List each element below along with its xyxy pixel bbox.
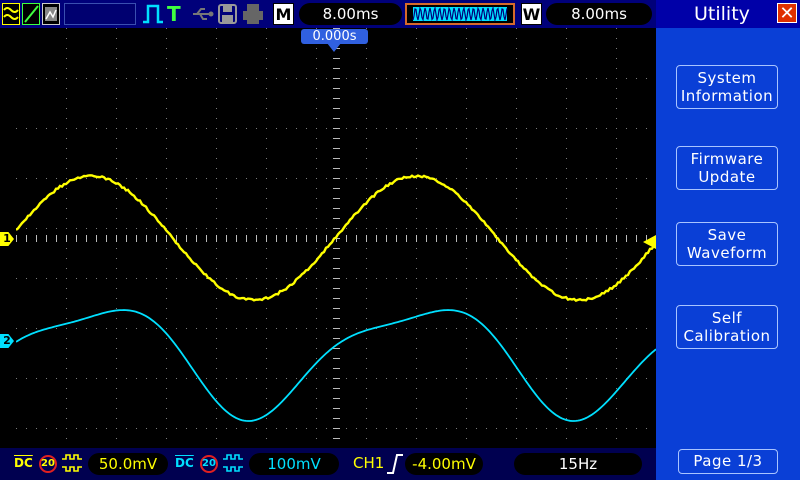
ch2-bw-limit-badge: 20 (200, 455, 218, 473)
button-label-line2: Update (677, 168, 777, 186)
trigger-source-label: CH1 (353, 451, 385, 475)
save-waveform-button[interactable]: Save Waveform (676, 222, 778, 266)
trigger-level-readout[interactable]: -4.00mV (405, 453, 483, 475)
button-label-line1: Save (677, 226, 777, 244)
button-label-line2: Waveform (677, 244, 777, 262)
trigger-mode-label: T (167, 3, 185, 25)
trigger-position-arrow (327, 43, 341, 53)
rising-edge-icon (386, 453, 404, 479)
menu-title-bar: Utility ✕ (656, 0, 800, 28)
memory-depth-badge: M (273, 3, 294, 25)
blank-status-box (64, 3, 136, 25)
bottom-status-bar: DC 20 50.0mV DC 20 100mV CH1 -4.00mV 15H… (0, 448, 656, 480)
button-label-line1: Firmware (677, 150, 777, 168)
ch1-bw-limit-badge: 20 (39, 455, 57, 473)
ch1-scale-readout[interactable]: 50.0mV (88, 453, 168, 475)
menu-title: Utility (694, 0, 750, 28)
top-status-bar: T M 8.00ms W 8.00ms (0, 0, 656, 28)
frequency-readout: 15Hz (514, 453, 642, 475)
firmware-update-button[interactable]: Firmware Update (676, 146, 778, 190)
self-calibration-button[interactable]: Self Calibration (676, 305, 778, 349)
usb-icon (191, 3, 215, 25)
waveform-display[interactable] (16, 28, 656, 448)
button-label-line1: Self (677, 309, 777, 327)
ch1-waveform-icon (2, 3, 20, 25)
printer-icon (242, 3, 264, 25)
trigger-position-flag[interactable]: 0.000s (301, 29, 368, 44)
image-icon (42, 3, 60, 25)
page-button[interactable]: Page 1/3 (678, 449, 778, 474)
timebase-readout[interactable]: 8.00ms (299, 3, 402, 25)
ch1-coupling-label: DC (14, 451, 36, 475)
ch2-invert-icon (222, 454, 244, 476)
utility-menu-panel: Utility ✕ System Information Firmware Up… (656, 0, 800, 480)
ch1-slope-icon (22, 3, 40, 25)
close-icon[interactable]: ✕ (777, 3, 797, 23)
window-timebase-readout[interactable]: 8.00ms (546, 3, 652, 25)
ch1-ground-marker[interactable]: 1 (0, 232, 14, 246)
system-information-button[interactable]: System Information (676, 65, 778, 109)
ch2-scale-readout[interactable]: 100mV (249, 453, 339, 475)
ch2-coupling-label: DC (175, 451, 197, 475)
save-disk-icon (218, 3, 238, 25)
window-overview-bar[interactable] (405, 3, 515, 25)
ch2-ground-marker[interactable]: 2 (0, 334, 14, 348)
ch1-invert-icon (61, 454, 83, 476)
window-badge: W (521, 3, 542, 25)
button-label-line2: Information (677, 87, 777, 105)
pulse-icon (141, 3, 165, 25)
button-label-line1: System (677, 69, 777, 87)
button-label-line2: Calibration (677, 327, 777, 345)
